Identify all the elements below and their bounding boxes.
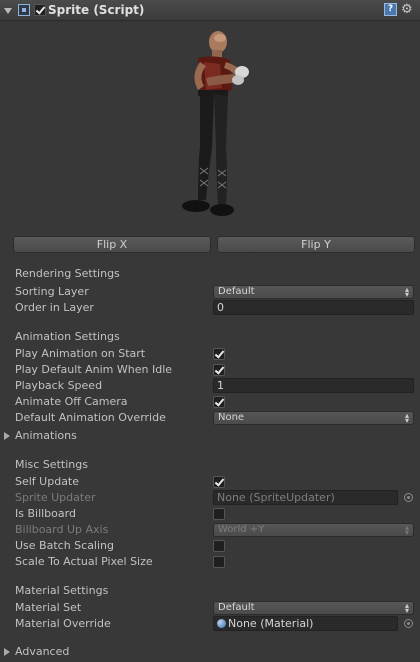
- animation-settings-heading: Animation Settings: [15, 330, 120, 343]
- play-on-start-checkbox[interactable]: [213, 348, 225, 360]
- flip-x-button[interactable]: Flip X: [13, 236, 211, 253]
- material-settings-heading: Material Settings: [15, 584, 109, 597]
- sorting-layer-dropdown[interactable]: Default ▴ ▾: [213, 285, 414, 299]
- billboard-up-axis-label: Billboard Up Axis: [15, 523, 109, 536]
- updown-arrow-icon: ▴ ▾: [404, 411, 409, 425]
- sprite-updater-field: None (SpriteUpdater): [213, 490, 398, 505]
- material-override-label: Material Override: [15, 617, 111, 630]
- sprite-updater-picker-icon: [404, 493, 413, 502]
- material-set-value: Default: [218, 602, 255, 613]
- animations-foldout[interactable]: Animations: [15, 429, 77, 442]
- animations-foldout-arrow-icon[interactable]: [4, 432, 10, 440]
- flip-y-button[interactable]: Flip Y: [217, 236, 415, 253]
- material-override-value: None (Material): [228, 617, 314, 630]
- self-update-checkbox[interactable]: [213, 476, 225, 488]
- playback-speed-field[interactable]: 1: [213, 378, 414, 393]
- use-batch-scaling-label: Use Batch Scaling: [15, 539, 114, 552]
- sprite-updater-label: Sprite Updater: [15, 491, 96, 504]
- default-anim-override-value: None: [218, 412, 245, 423]
- default-anim-override-label: Default Animation Override: [15, 411, 166, 424]
- scale-actual-pixel-label: Scale To Actual Pixel Size: [15, 555, 153, 568]
- sorting-layer-value: Default: [218, 286, 255, 297]
- rendering-settings-heading: Rendering Settings: [15, 267, 120, 280]
- scale-actual-pixel-checkbox[interactable]: [213, 556, 225, 568]
- misc-settings-heading: Misc Settings: [15, 458, 88, 471]
- play-default-idle-checkbox[interactable]: [213, 364, 225, 376]
- updown-arrow-icon: ▴ ▾: [404, 285, 409, 299]
- script-component-icon: [18, 4, 30, 16]
- advanced-foldout-arrow-icon[interactable]: [4, 648, 10, 656]
- play-default-idle-label: Play Default Anim When Idle: [15, 363, 173, 376]
- playback-speed-label: Playback Speed: [15, 379, 103, 392]
- animate-off-camera-label: Animate Off Camera: [15, 395, 128, 408]
- animate-off-camera-checkbox[interactable]: [213, 396, 225, 408]
- order-in-layer-field[interactable]: 0: [213, 300, 414, 315]
- order-in-layer-label: Order in Layer: [15, 301, 94, 314]
- component-enabled-checkbox[interactable]: [34, 4, 46, 16]
- collapse-arrow-icon[interactable]: [4, 8, 12, 14]
- is-billboard-label: Is Billboard: [15, 507, 76, 520]
- material-set-dropdown[interactable]: Default ▴ ▾: [213, 601, 414, 615]
- default-anim-override-dropdown[interactable]: None ▴ ▾: [213, 411, 414, 425]
- material-override-field[interactable]: None (Material): [213, 616, 398, 631]
- material-override-picker-icon[interactable]: [404, 619, 413, 628]
- updown-arrow-icon: ▴ ▾: [404, 601, 409, 615]
- billboard-up-axis-dropdown: World +Y ▴ ▾: [213, 523, 414, 537]
- gear-icon[interactable]: ⚙: [401, 3, 414, 16]
- billboard-up-axis-value: World +Y: [218, 524, 265, 535]
- component-title: Sprite (Script): [48, 3, 145, 17]
- self-update-label: Self Update: [15, 475, 80, 488]
- play-on-start-label: Play Animation on Start: [15, 347, 146, 360]
- component-header[interactable]: Sprite (Script) ? ⚙: [0, 0, 420, 21]
- advanced-foldout[interactable]: Advanced: [15, 645, 69, 658]
- is-billboard-checkbox[interactable]: [213, 508, 225, 520]
- sorting-layer-label: Sorting Layer: [15, 285, 89, 298]
- material-set-label: Material Set: [15, 601, 82, 614]
- use-batch-scaling-checkbox[interactable]: [213, 540, 225, 552]
- updown-arrow-icon: ▴ ▾: [404, 523, 409, 537]
- material-sphere-icon: [217, 619, 226, 628]
- sprite-preview-image: [182, 31, 249, 216]
- help-icon[interactable]: ?: [384, 3, 397, 16]
